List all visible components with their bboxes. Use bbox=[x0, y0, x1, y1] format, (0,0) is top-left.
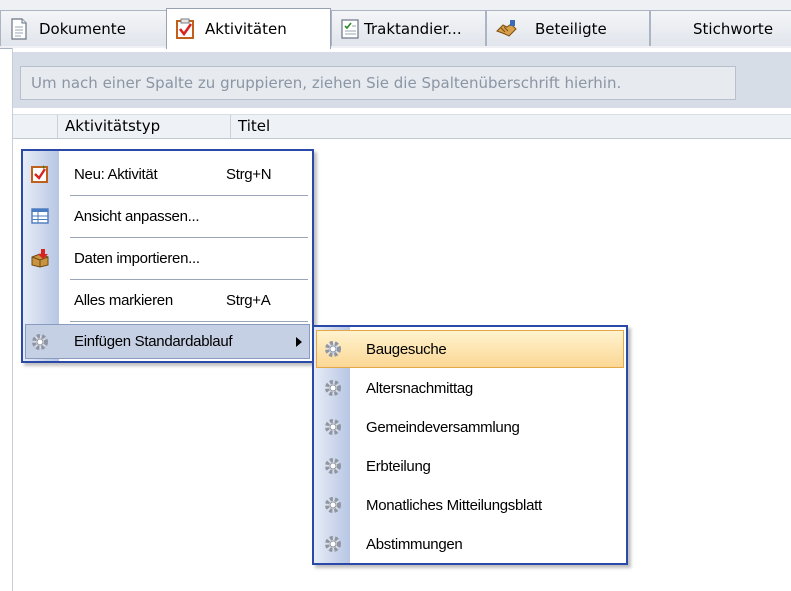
tab-stichworte-label: Stichworte bbox=[693, 19, 774, 38]
group-by-area: Um nach einer Spalte zu gruppieren, zieh… bbox=[13, 52, 791, 108]
submenu-item-label: Altersnachmittag bbox=[366, 379, 473, 397]
context-menu: Neu: Aktivität Strg+N Ansicht anpassen..… bbox=[21, 149, 314, 363]
submenu-item-label: Monatliches Mitteilungsblatt bbox=[366, 496, 542, 514]
menu-item-label: Alles markieren bbox=[74, 291, 173, 309]
column-header-aktivitaetstyp[interactable]: Aktivitätstyp bbox=[58, 115, 231, 138]
column-header-indicator bbox=[13, 115, 58, 138]
handshake-icon bbox=[496, 19, 517, 37]
group-by-hint[interactable]: Um nach einer Spalte zu gruppieren, zieh… bbox=[20, 66, 736, 100]
gear-icon bbox=[325, 536, 341, 552]
menu-item-label: Ansicht anpassen... bbox=[74, 207, 200, 225]
activity-checkbox-icon bbox=[176, 18, 194, 39]
import-box-icon bbox=[31, 249, 49, 268]
menu-item-neu-aktivitaet[interactable]: Neu: Aktivität Strg+N bbox=[23, 155, 312, 193]
submenu-item-abstimmungen[interactable]: Abstimmungen bbox=[314, 525, 626, 563]
submenu-item-gemeindeversammlung[interactable]: Gemeindeversammlung bbox=[314, 408, 626, 446]
tab-aktivitaeten[interactable]: Aktivitäten bbox=[166, 8, 331, 49]
gear-icon bbox=[32, 333, 48, 350]
menu-item-einfuegen-standardablauf[interactable]: Einfügen Standardablauf bbox=[23, 324, 312, 359]
submenu-item-monatliches-mitteilungsblatt[interactable]: Monatliches Mitteilungsblatt bbox=[314, 486, 626, 524]
submenu-item-label: Baugesuche bbox=[366, 340, 447, 358]
column-header-row: Aktivitätstyp Titel bbox=[13, 114, 791, 139]
menu-item-alles-markieren[interactable]: Alles markieren Strg+A bbox=[23, 281, 312, 319]
submenu-item-baugesuche[interactable]: Baugesuche bbox=[314, 330, 626, 368]
document-icon bbox=[11, 17, 27, 40]
menu-item-shortcut: Strg+N bbox=[226, 165, 272, 183]
submenu-standardablauf: Baugesuche Altersnachmittag Gemeindevers… bbox=[312, 325, 628, 565]
new-activity-icon bbox=[31, 165, 48, 183]
submenu-item-label: Abstimmungen bbox=[366, 535, 463, 553]
menu-item-label: Daten importieren... bbox=[74, 249, 200, 267]
menu-separator bbox=[70, 195, 308, 196]
tab-bar: Dokumente Aktivitäten Traktandier... Bet… bbox=[0, 0, 791, 49]
menu-separator bbox=[70, 279, 308, 280]
tab-dokumente[interactable]: Dokumente bbox=[0, 10, 168, 46]
menu-item-shortcut: Strg+A bbox=[226, 291, 271, 309]
tab-dokumente-label: Dokumente bbox=[39, 19, 126, 38]
gear-icon bbox=[325, 341, 341, 357]
tab-aktivitaeten-label: Aktivitäten bbox=[205, 20, 287, 38]
submenu-item-label: Gemeindeversammlung bbox=[366, 418, 520, 436]
column-header-titel[interactable]: Titel bbox=[231, 115, 791, 138]
tab-traktandierung-label: Traktandier... bbox=[364, 19, 462, 38]
submenu-item-label: Erbteilung bbox=[366, 457, 431, 475]
table-view-icon bbox=[31, 208, 49, 224]
menu-item-label: Einfügen Standardablauf bbox=[74, 333, 233, 350]
tab-beteiligte[interactable]: Beteiligte bbox=[486, 10, 650, 46]
menu-separator bbox=[70, 237, 308, 238]
menu-item-daten-importieren[interactable]: Daten importieren... bbox=[23, 239, 312, 277]
gear-icon bbox=[325, 419, 341, 435]
menu-separator bbox=[70, 321, 308, 322]
gear-icon bbox=[325, 380, 341, 396]
tab-beteiligte-label: Beteiligte bbox=[535, 19, 607, 38]
gear-icon bbox=[325, 458, 341, 474]
menu-item-label: Neu: Aktivität bbox=[74, 165, 158, 183]
submenu-item-erbteilung[interactable]: Erbteilung bbox=[314, 447, 626, 485]
tab-stichworte[interactable]: Stichworte bbox=[650, 10, 791, 46]
agenda-list-icon bbox=[341, 18, 359, 39]
submenu-arrow-icon bbox=[296, 336, 302, 347]
tab-traktandierung[interactable]: Traktandier... bbox=[331, 10, 486, 46]
menu-item-ansicht-anpassen[interactable]: Ansicht anpassen... bbox=[23, 197, 312, 235]
submenu-item-altersnachmittag[interactable]: Altersnachmittag bbox=[314, 369, 626, 407]
gear-icon bbox=[325, 497, 341, 513]
